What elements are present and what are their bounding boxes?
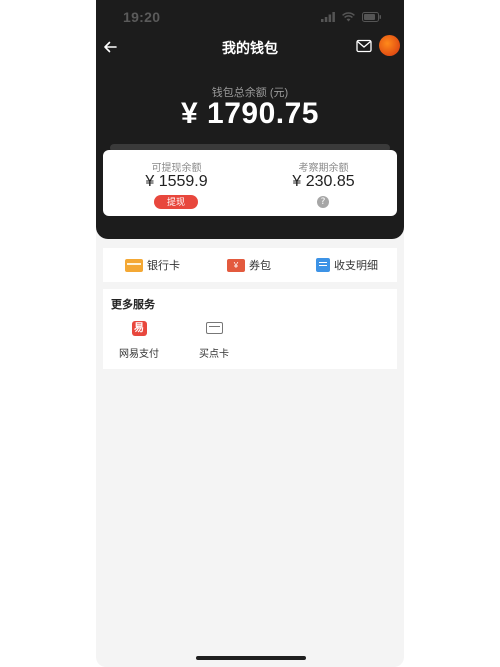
avatar[interactable] bbox=[379, 35, 400, 56]
quick-actions: 银行卡 ¥ 券包 收支明细 bbox=[103, 248, 397, 282]
buy-card-button[interactable]: 买点卡 bbox=[184, 319, 244, 360]
withdrawable-value: ¥ 1559.9 bbox=[145, 173, 208, 190]
withdrawable-section: 可提现余额 ¥ 1559.9 提现 bbox=[103, 150, 250, 216]
bank-card-icon bbox=[125, 258, 143, 272]
wallet-header-panel: 19:20 我的钱包 钱包总余额 (元) ¥ 1790.75 可提现余额 ¥ 1… bbox=[96, 0, 404, 239]
review-period-section: 考察期余额 ¥ 230.85 ? bbox=[250, 150, 397, 216]
balance-card: 可提现余额 ¥ 1559.9 提现 考察期余额 ¥ 230.85 ? bbox=[103, 150, 397, 216]
netease-pay-button[interactable]: 易 网易支付 bbox=[109, 319, 169, 360]
bill-icon bbox=[316, 258, 330, 272]
wifi-icon bbox=[342, 12, 355, 22]
battery-icon bbox=[362, 12, 381, 22]
nav-bar: 我的钱包 bbox=[96, 34, 404, 60]
wallet-screen: 19:20 我的钱包 钱包总余额 (元) ¥ 1790.75 可提现余额 ¥ 1… bbox=[96, 0, 404, 667]
home-indicator[interactable] bbox=[196, 656, 306, 660]
signal-icon bbox=[321, 12, 335, 22]
status-icons bbox=[321, 12, 382, 22]
netease-pay-icon: 易 bbox=[131, 320, 147, 336]
coupon-icon: ¥ bbox=[227, 258, 245, 272]
bill-details-button[interactable]: 收支明细 bbox=[316, 248, 378, 282]
review-period-label: 考察期余额 bbox=[298, 163, 349, 174]
withdrawable-label: 可提现余额 bbox=[151, 163, 202, 174]
coupon-button[interactable]: ¥ 券包 bbox=[227, 248, 271, 282]
coupon-label: 券包 bbox=[249, 260, 271, 272]
withdraw-button[interactable]: 提现 bbox=[154, 195, 198, 209]
services-title: 更多服务 bbox=[111, 299, 155, 311]
bank-card-label: 银行卡 bbox=[147, 260, 180, 272]
help-icon[interactable]: ? bbox=[317, 196, 329, 208]
bill-details-label: 收支明细 bbox=[334, 260, 378, 272]
more-services: 更多服务 易 网易支付 买点卡 bbox=[103, 289, 397, 369]
total-balance-value: ¥ 1790.75 bbox=[181, 97, 319, 130]
status-time: 19:20 bbox=[123, 9, 161, 25]
bank-card-button[interactable]: 银行卡 bbox=[125, 248, 180, 282]
buy-card-label: 买点卡 bbox=[199, 349, 229, 360]
status-bar: 19:20 bbox=[96, 0, 404, 34]
mail-icon[interactable] bbox=[356, 39, 372, 53]
review-period-value: ¥ 230.85 bbox=[292, 173, 355, 190]
card-icon bbox=[205, 322, 223, 334]
netease-pay-label: 网易支付 bbox=[119, 349, 159, 360]
